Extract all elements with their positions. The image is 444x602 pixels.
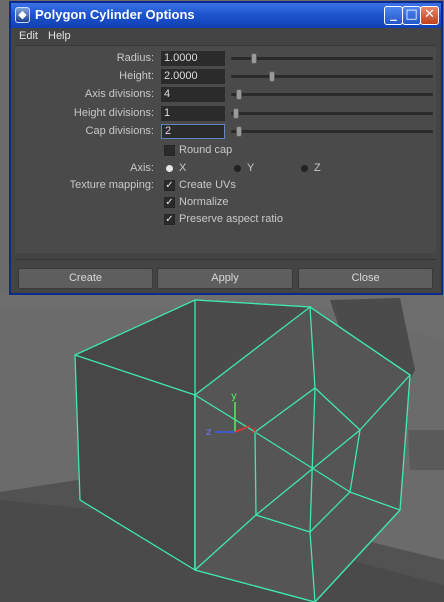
minimize-button[interactable]: _ <box>384 6 403 25</box>
height-field[interactable]: 2.0000 <box>161 69 225 84</box>
options-panel: Radius: 1.0000 Height: 2.0000 Axis divis… <box>15 45 436 253</box>
menu-bar: Edit Help <box>11 28 441 45</box>
height-slider[interactable] <box>231 71 433 82</box>
round-cap-label: Round cap <box>179 144 233 156</box>
divider <box>15 259 436 260</box>
height-label: Height: <box>119 70 154 82</box>
axis-z-radio[interactable] <box>301 165 308 172</box>
close-button[interactable]: Close <box>298 268 433 289</box>
maximize-button[interactable]: □ <box>402 6 421 25</box>
radius-slider-thumb[interactable] <box>251 53 257 64</box>
axis-y-label: Y <box>247 162 255 174</box>
axis-label: Axis: <box>130 162 154 174</box>
cap-divisions-label: Cap divisions: <box>85 125 154 137</box>
title-bar[interactable]: ◆ Polygon Cylinder Options _ □ ✕ <box>11 3 441 28</box>
cap-divisions-slider-thumb[interactable] <box>236 126 242 137</box>
menu-edit[interactable]: Edit <box>19 30 38 42</box>
window-title: Polygon Cylinder Options <box>35 7 195 22</box>
axis-y-radio[interactable] <box>234 165 241 172</box>
height-divisions-slider-thumb[interactable] <box>233 108 239 119</box>
height-slider-thumb[interactable] <box>269 71 275 82</box>
cap-divisions-slider[interactable] <box>231 126 433 137</box>
height-divisions-slider[interactable] <box>231 108 433 119</box>
cap-divisions-field[interactable]: 2 <box>161 124 225 139</box>
axis-x-radio[interactable] <box>166 165 173 172</box>
round-cap-checkbox[interactable] <box>164 145 175 156</box>
height-divisions-label: Height divisions: <box>73 107 154 119</box>
close-window-button[interactable]: ✕ <box>420 6 439 25</box>
gizmo-z-label: z <box>206 427 211 438</box>
axis-x-label: X <box>179 162 187 174</box>
polygon-cylinder-options-dialog: ◆ Polygon Cylinder Options _ □ ✕ Edit He… <box>9 1 443 295</box>
radius-label: Radius: <box>116 52 154 64</box>
create-uvs-checkbox[interactable]: ✓ <box>164 180 175 191</box>
normalize-label: Normalize <box>179 196 229 208</box>
radius-slider[interactable] <box>231 53 433 64</box>
create-uvs-label: Create UVs <box>179 179 236 191</box>
gizmo-x-label: x <box>251 425 257 436</box>
apply-button[interactable]: Apply <box>157 268 293 289</box>
menu-help[interactable]: Help <box>48 30 71 42</box>
preserve-aspect-ratio-label: Preserve aspect ratio <box>179 213 283 225</box>
texture-mapping-label: Texture mapping: <box>69 179 154 191</box>
preserve-aspect-ratio-checkbox[interactable]: ✓ <box>164 214 175 225</box>
normalize-checkbox[interactable]: ✓ <box>164 197 175 208</box>
axis-z-label: Z <box>314 162 321 174</box>
create-button[interactable]: Create <box>18 268 153 289</box>
axis-divisions-slider[interactable] <box>231 89 433 100</box>
axis-divisions-slider-thumb[interactable] <box>236 89 242 100</box>
background-block <box>408 430 444 470</box>
radius-field[interactable]: 1.0000 <box>161 51 225 66</box>
height-divisions-field[interactable]: 1 <box>161 106 225 121</box>
axis-divisions-field[interactable]: 4 <box>161 87 225 102</box>
maya-icon: ◆ <box>15 7 30 23</box>
gizmo-y-label: y <box>231 391 237 402</box>
axis-divisions-label: Axis divisions: <box>84 88 154 100</box>
